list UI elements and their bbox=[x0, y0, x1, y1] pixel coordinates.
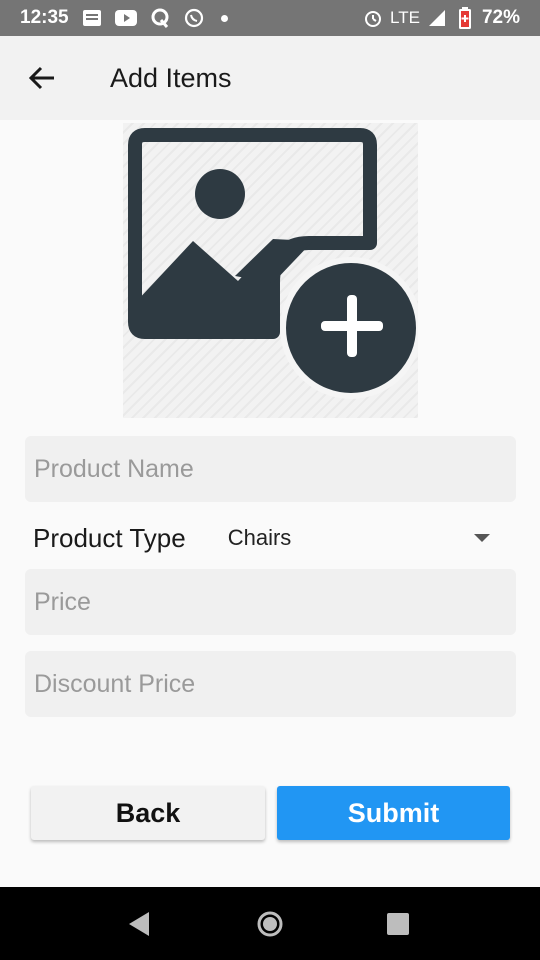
image-picker[interactable] bbox=[123, 123, 418, 418]
price-input[interactable] bbox=[34, 587, 516, 617]
price-field[interactable] bbox=[25, 569, 516, 635]
discount-price-input[interactable] bbox=[34, 669, 516, 699]
status-right: LTE 72% bbox=[362, 7, 520, 29]
whatsapp-icon bbox=[183, 7, 205, 29]
chevron-down-icon bbox=[473, 534, 490, 542]
status-left: 12:35 bbox=[20, 7, 228, 29]
back-button[interactable]: Back bbox=[31, 786, 265, 840]
quora-icon bbox=[149, 7, 171, 29]
submit-button[interactable]: Submit bbox=[277, 786, 510, 840]
battery-icon bbox=[454, 7, 476, 29]
alarm-icon bbox=[362, 7, 384, 29]
product-type-row: Product Type Chairs bbox=[25, 510, 516, 566]
nav-back-icon[interactable] bbox=[99, 887, 179, 960]
message-icon bbox=[81, 7, 103, 29]
signal-icon bbox=[426, 7, 448, 29]
battery-percent: 72% bbox=[481, 7, 520, 28]
back-arrow-icon[interactable] bbox=[2, 36, 82, 120]
discount-price-field[interactable] bbox=[25, 651, 516, 717]
product-type-label: Product Type bbox=[33, 522, 186, 553]
navigation-bar bbox=[0, 887, 540, 960]
youtube-icon bbox=[114, 7, 137, 29]
status-bar: 12:35 LTE 72% bbox=[0, 0, 540, 36]
product-type-dropdown[interactable]: Chairs bbox=[228, 516, 496, 560]
app-bar: Add Items bbox=[0, 36, 540, 120]
dot-icon bbox=[220, 14, 228, 22]
product-type-value: Chairs bbox=[227, 525, 292, 550]
nav-home-icon[interactable] bbox=[230, 887, 310, 960]
add-items-screen: 12:35 LTE 72% Add Items Product Name Pro… bbox=[0, 0, 540, 960]
add-photo-icon bbox=[128, 128, 418, 399]
product-name-field[interactable] bbox=[25, 436, 516, 502]
page-title: Add Items bbox=[110, 62, 232, 93]
status-time: 12:35 bbox=[20, 7, 69, 28]
network-type: LTE bbox=[390, 8, 420, 27]
product-name-input[interactable] bbox=[34, 454, 516, 484]
nav-recents-icon[interactable] bbox=[358, 887, 438, 960]
